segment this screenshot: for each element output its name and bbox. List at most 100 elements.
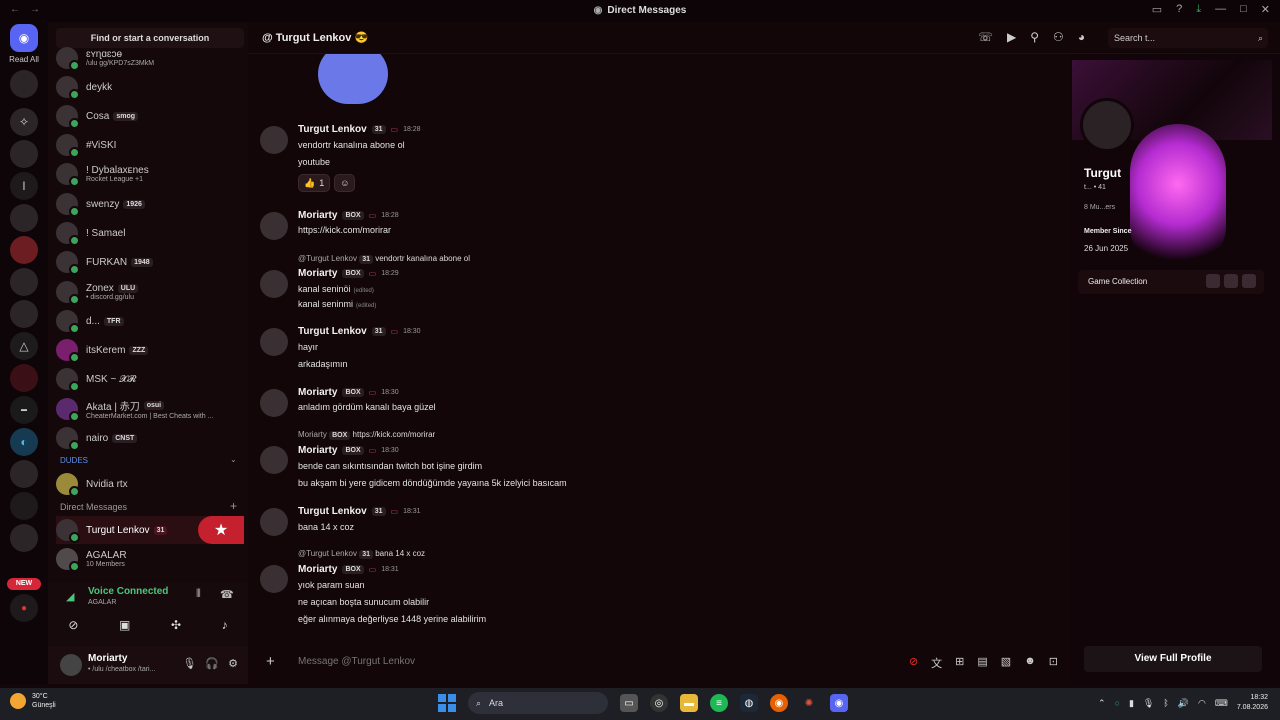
chevron-down-icon[interactable]: ⌄: [230, 455, 237, 464]
dm-item[interactable]: #ViSKİ: [56, 131, 244, 159]
user-profile-icon[interactable]: ◕: [1078, 30, 1085, 44]
microphone-icon[interactable]: 🎙: [182, 657, 196, 670]
steam-icon[interactable]: ◍: [740, 694, 758, 712]
gear-icon[interactable]: ⚙: [228, 657, 238, 670]
server-icon[interactable]: [10, 364, 38, 392]
phone-icon[interactable]: ☏: [978, 30, 993, 44]
avatar[interactable]: [260, 446, 288, 474]
dm-item[interactable]: deykk: [56, 73, 244, 101]
add-friends-icon[interactable]: ⚇: [1053, 30, 1064, 44]
author[interactable]: Moriarty: [298, 564, 337, 575]
file-explorer-icon[interactable]: ▬: [680, 694, 698, 712]
signal-icon[interactable]: ◢: [66, 590, 74, 603]
avatar[interactable]: [260, 126, 288, 154]
server-icon[interactable]: [10, 70, 38, 98]
disconnect-icon[interactable]: ☎: [220, 588, 234, 601]
attach-plus-icon[interactable]: +: [266, 653, 275, 670]
language-icon[interactable]: ⌨: [1215, 698, 1228, 709]
maximize-button[interactable]: □: [1240, 3, 1247, 16]
pin-icon[interactable]: ⚲: [1030, 30, 1039, 44]
server-icon[interactable]: △: [10, 332, 38, 360]
mutual-servers[interactable]: 8 Mu...ers: [1084, 204, 1115, 211]
server-icon[interactable]: [10, 300, 38, 328]
gif-icon[interactable]: ▤: [977, 655, 987, 671]
firefox-icon[interactable]: ◉: [770, 694, 788, 712]
category-dudes[interactable]: DUDES: [60, 456, 88, 465]
author[interactable]: Moriarty: [298, 210, 337, 221]
server-icon[interactable]: [10, 204, 38, 232]
server-icon[interactable]: ✧: [10, 108, 38, 136]
dm-item[interactable]: FURKAN 1948: [56, 248, 244, 276]
avatar[interactable]: [260, 508, 288, 536]
search-input[interactable]: Search t... ⌕: [1108, 28, 1268, 48]
server-icon[interactable]: l: [10, 172, 38, 200]
avatar[interactable]: [60, 654, 82, 676]
app-icon[interactable]: ✺: [800, 694, 818, 712]
gift-icon[interactable]: ⊞: [955, 655, 964, 671]
tray-app-icon[interactable]: ○: [1115, 698, 1120, 708]
author[interactable]: Turgut Lenkov: [298, 326, 367, 337]
reaction-thumbs-up[interactable]: 👍 1: [298, 174, 331, 192]
volume-icon[interactable]: 🔊: [1178, 698, 1189, 709]
server-icon[interactable]: [10, 268, 38, 296]
dm-item[interactable]: Zonex ULU • discord.gg/ulu: [56, 278, 244, 306]
avatar[interactable]: [260, 270, 288, 298]
server-icon[interactable]: [10, 236, 38, 264]
dm-item[interactable]: MSK ~ 𝓧𝓡: [56, 365, 244, 393]
translate-icon[interactable]: 文: [931, 655, 942, 671]
dm-item[interactable]: swenzy 1926: [56, 190, 244, 218]
dm-item[interactable]: Cosa smog: [56, 102, 244, 130]
video-icon[interactable]: ▶: [1007, 30, 1016, 44]
server-icon[interactable]: ▬: [10, 396, 38, 424]
read-all-button[interactable]: Read All: [0, 55, 48, 64]
server-icon[interactable]: ◐: [10, 428, 38, 456]
author[interactable]: Moriarty: [298, 387, 337, 398]
avatar[interactable]: [260, 328, 288, 356]
game-collection[interactable]: Game Collection: [1078, 270, 1264, 294]
minimize-button[interactable]: —: [1215, 3, 1226, 16]
mic-icon[interactable]: 🎙: [1143, 698, 1154, 709]
server-icon[interactable]: [10, 140, 38, 168]
author[interactable]: Turgut Lenkov: [298, 124, 367, 135]
server-icon[interactable]: ●: [10, 594, 38, 622]
camera-off-icon[interactable]: ⊘: [68, 618, 78, 632]
screen-share-icon[interactable]: ▣: [119, 618, 130, 632]
avatar[interactable]: [1080, 98, 1134, 152]
apps-icon[interactable]: ⊡: [1049, 655, 1058, 671]
mic-off-icon[interactable]: ⊘: [909, 655, 918, 671]
activities-icon[interactable]: ✣: [171, 618, 181, 632]
dm-item-active[interactable]: Turgut Lenkov 31 ★: [56, 516, 244, 544]
find-conversation-button[interactable]: Find or start a conversation: [56, 28, 244, 48]
help-icon[interactable]: ?: [1176, 3, 1182, 16]
dm-item[interactable]: Akata | 赤刀 osui CheaterMarket.com | Best C…: [56, 395, 244, 423]
chevron-up-icon[interactable]: ⌃: [1098, 698, 1106, 709]
battery-icon[interactable]: ▮: [1129, 698, 1134, 709]
dm-item[interactable]: Nvidia rtx: [56, 470, 244, 498]
avatar[interactable]: [260, 389, 288, 417]
download-icon[interactable]: ⤓: [1196, 3, 1201, 16]
voice-channel[interactable]: AGALAR: [88, 599, 116, 606]
reply-preview[interactable]: @Turgut Lenkov 31 bana 14 x coz: [298, 549, 425, 559]
reply-preview[interactable]: @Turgut Lenkov 31 vendortr kanalına abon…: [298, 254, 470, 264]
avatar[interactable]: [260, 212, 288, 240]
headphones-icon[interactable]: 🎧: [205, 657, 219, 670]
author[interactable]: Moriarty: [298, 445, 337, 456]
sticker-icon[interactable]: ▧: [1001, 655, 1011, 671]
soundboard-icon[interactable]: ♪: [222, 618, 228, 632]
close-button[interactable]: ✕: [1261, 3, 1270, 16]
dm-item[interactable]: AGALAR 10 Members: [56, 545, 244, 573]
dm-item[interactable]: itsKerem ZZZ: [56, 336, 244, 364]
add-reaction-button[interactable]: ☺: [334, 174, 356, 192]
message-link[interactable]: https://kick.com/morirar: [298, 225, 391, 235]
weather-widget[interactable]: 30°C Güneşli: [10, 692, 56, 710]
taskbar-search[interactable]: ⌕ Ara: [468, 692, 608, 714]
discord-taskbar-icon[interactable]: ◉: [830, 694, 848, 712]
clock[interactable]: 18:32 7.08.2026: [1237, 693, 1268, 713]
bluetooth-icon[interactable]: ᛒ: [1163, 698, 1168, 708]
emoji-icon[interactable]: ☻: [1024, 655, 1036, 671]
server-icon[interactable]: [10, 460, 38, 488]
dm-item[interactable]: nairo CNST: [56, 424, 244, 452]
windows-start-icon[interactable]: [438, 694, 456, 712]
avatar[interactable]: [260, 565, 288, 593]
author[interactable]: Turgut Lenkov: [298, 506, 367, 517]
